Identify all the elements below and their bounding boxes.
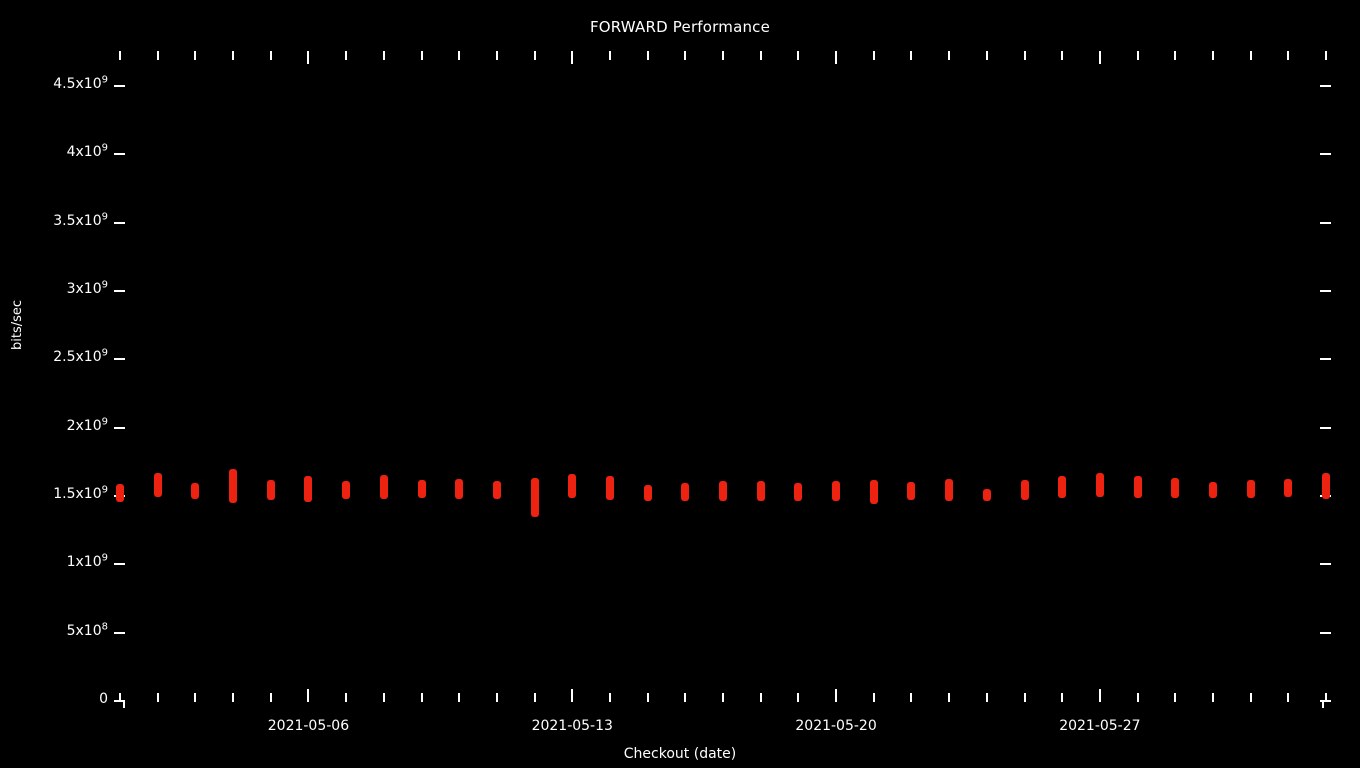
data-point xyxy=(756,480,765,501)
data-point xyxy=(945,478,954,501)
data-point xyxy=(492,480,501,499)
y-axis-tick-label: 3x109 xyxy=(66,279,108,298)
data-point xyxy=(153,473,162,498)
y-axis-tick-label: 4.5x109 xyxy=(53,74,108,93)
data-point xyxy=(605,475,614,500)
y-axis-tick-label: 1x109 xyxy=(66,552,108,571)
data-point xyxy=(907,482,916,501)
y-axis-tick-label: 1.5x109 xyxy=(53,484,108,503)
x-axis-tick-label: 2021-05-27 xyxy=(1059,718,1141,734)
x-axis-label: Checkout (date) xyxy=(623,746,737,762)
data-point xyxy=(379,475,388,500)
data-point xyxy=(794,482,803,501)
data-point xyxy=(266,479,275,500)
y-axis-tick-label: 4x109 xyxy=(66,142,108,161)
data-point xyxy=(1133,476,1142,499)
data-point xyxy=(191,482,200,499)
y-axis-tick-label: 5x108 xyxy=(66,621,108,639)
data-point xyxy=(455,479,464,500)
y-axis-label: bits/sec xyxy=(10,299,25,350)
data-point xyxy=(417,480,426,499)
data-point xyxy=(116,484,124,503)
y-axis-tick-label: 2.5x109 xyxy=(53,347,108,366)
chart-title: FORWARD Performance xyxy=(589,18,771,36)
data-point xyxy=(869,479,878,504)
y-axis-tick-label: 3.5x109 xyxy=(53,211,108,229)
data-point xyxy=(982,488,991,501)
data-point xyxy=(1208,481,1217,498)
data-point xyxy=(342,480,351,499)
x-axis-tick-label: 2021-05-20 xyxy=(795,718,877,734)
y-axis-tick-label: 2x109 xyxy=(66,416,108,434)
data-point-outlier xyxy=(530,478,539,487)
data-point xyxy=(643,485,652,502)
chart-canvas: FORWARD Performance bits/sec Checkout (d… xyxy=(0,0,1360,768)
y-axis-tick-label: 0 xyxy=(99,691,108,707)
plot-area xyxy=(116,52,1330,702)
data-point xyxy=(1020,479,1029,500)
data-point xyxy=(681,482,690,501)
data-point xyxy=(229,469,238,504)
x-axis-tick-label: 2021-05-06 xyxy=(267,718,350,734)
data-point xyxy=(1171,477,1180,498)
x-axis-tick-label: 2021-05-13 xyxy=(531,718,613,734)
data-point xyxy=(1284,478,1293,497)
data-point xyxy=(832,480,841,501)
data-point xyxy=(568,474,577,499)
data-point xyxy=(1058,476,1067,499)
data-point xyxy=(304,475,313,502)
data-point-outlier xyxy=(530,507,539,517)
data-point xyxy=(1322,473,1330,500)
data-point xyxy=(1095,473,1104,498)
data-point xyxy=(1246,479,1255,498)
data-point xyxy=(719,480,727,501)
